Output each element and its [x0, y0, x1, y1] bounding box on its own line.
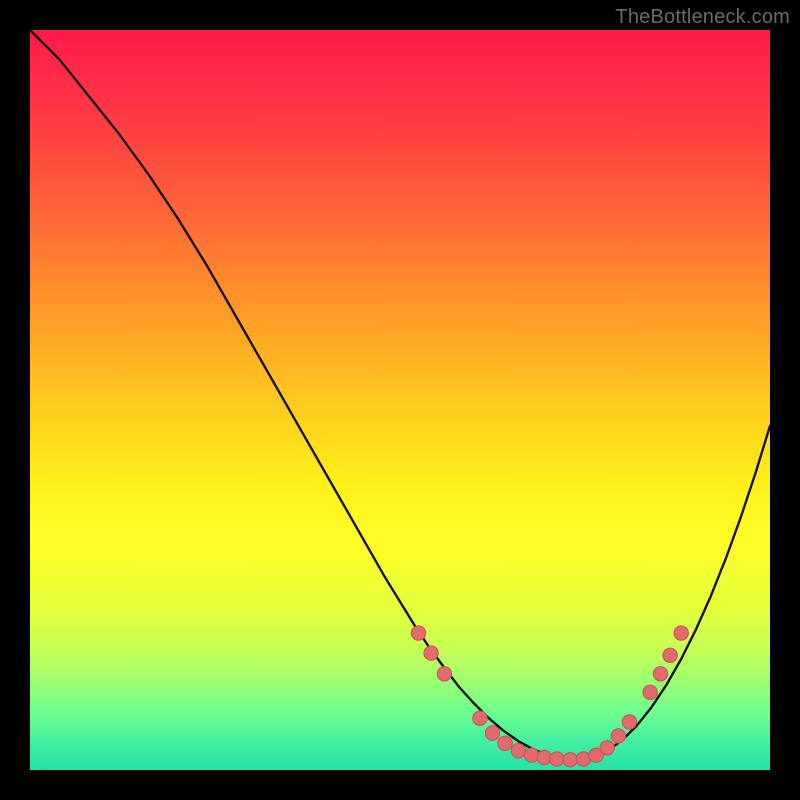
curve-marker	[485, 726, 499, 740]
bottleneck-curve	[30, 30, 770, 760]
curve-marker	[663, 648, 677, 662]
curve-marker	[525, 748, 539, 762]
curve-marker	[511, 744, 525, 758]
curve-marker	[411, 626, 425, 640]
curve-marker	[653, 667, 667, 681]
curve-marker	[550, 752, 564, 766]
curve-marker	[600, 741, 614, 755]
curve-marker	[643, 685, 657, 699]
chart-svg	[30, 30, 770, 770]
curve-marker	[622, 715, 636, 729]
curve-marker	[424, 646, 438, 660]
curve-marker	[674, 626, 688, 640]
curve-marker	[498, 736, 512, 750]
chart-stage: TheBottleneck.com	[0, 0, 800, 800]
curve-marker	[437, 667, 451, 681]
curve-marker	[563, 752, 577, 766]
curve-marker	[611, 729, 625, 743]
watermark-text: TheBottleneck.com	[615, 6, 790, 29]
marker-group	[411, 626, 688, 767]
curve-marker	[473, 711, 487, 725]
plot-area	[30, 30, 770, 770]
